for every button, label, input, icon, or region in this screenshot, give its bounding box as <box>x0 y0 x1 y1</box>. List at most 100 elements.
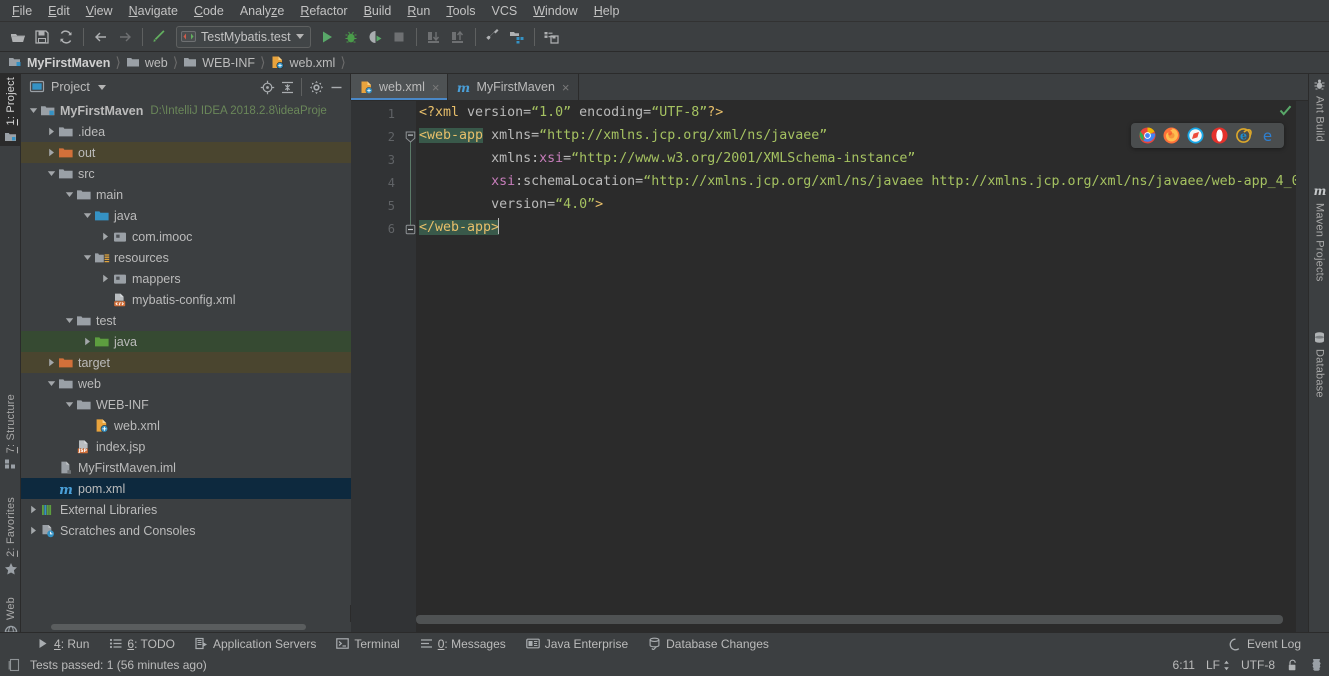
run-icon[interactable] <box>315 25 339 49</box>
sidebar-tab-maven-projects[interactable]: m Maven Projects <box>1309 182 1329 285</box>
line-separator[interactable]: LF <box>1206 658 1230 672</box>
editor-tab-webxml[interactable]: web.xml × <box>351 74 449 100</box>
tree-item-idea[interactable]: .idea <box>21 121 351 142</box>
tree-item-com-imooc[interactable]: com.imooc <box>21 226 351 247</box>
sidebar-tab-ant-build[interactable]: Ant Build <box>1309 76 1329 145</box>
breadcrumb-item-web[interactable]: web <box>122 55 172 70</box>
tree-item-target[interactable]: target <box>21 352 351 373</box>
event-log-button[interactable]: Event Log <box>1229 633 1301 655</box>
project-view-chevron-down-icon[interactable] <box>97 84 106 90</box>
build-project-icon[interactable] <box>148 25 172 49</box>
sidebar-tab-database[interactable]: Database <box>1309 329 1329 401</box>
bottom-tab-run[interactable]: 4: Run <box>26 636 99 652</box>
chevron-down-icon[interactable] <box>27 100 40 121</box>
tree-item-myfirstmaven-iml[interactable]: MyFirstMaven.iml <box>21 457 351 478</box>
chevron-down-icon[interactable] <box>45 163 58 184</box>
inspection-ok-icon[interactable] <box>1279 104 1292 117</box>
tree-item-java[interactable]: java <box>21 331 351 352</box>
chrome-icon[interactable] <box>1139 127 1156 144</box>
tree-item-web-inf[interactable]: WEB-INF <box>21 394 351 415</box>
fold-collapse-icon-line2[interactable] <box>405 126 416 149</box>
caret-position[interactable]: 6:11 <box>1173 658 1195 672</box>
tree-item-out[interactable]: out <box>21 142 351 163</box>
menu-window[interactable]: Window <box>525 2 585 20</box>
chevron-right-icon[interactable] <box>45 142 58 163</box>
synchronize-icon[interactable] <box>54 25 78 49</box>
sidebar-tab-structure[interactable]: 7: Structure <box>0 391 21 473</box>
sidebar-tab-project[interactable]: 1: Project <box>0 74 21 147</box>
menu-navigate[interactable]: Navigate <box>121 2 186 20</box>
chevron-down-icon[interactable] <box>81 247 94 268</box>
menu-code[interactable]: Code <box>186 2 232 20</box>
gear-icon[interactable] <box>306 77 326 97</box>
chevron-down-icon[interactable] <box>63 310 76 331</box>
menu-view[interactable]: View <box>78 2 121 20</box>
close-icon-2[interactable]: × <box>562 80 570 95</box>
tree-item-scratches-and-consoles[interactable]: Scratches and Consoles <box>21 520 351 541</box>
code-folding-strip[interactable] <box>405 101 416 632</box>
project-structure-icon[interactable] <box>505 25 529 49</box>
file-encoding[interactable]: UTF-8 <box>1241 658 1275 672</box>
breadcrumb-item-webxml[interactable]: web.xml <box>266 55 339 70</box>
menu-edit[interactable]: Edit <box>40 2 78 20</box>
breadcrumb-item-module[interactable]: MyFirstMaven <box>4 55 114 70</box>
tree-item-java[interactable]: java <box>21 205 351 226</box>
chevron-down-icon[interactable] <box>81 205 94 226</box>
collapse-all-icon[interactable] <box>277 77 297 97</box>
menu-refactor[interactable]: Refactor <box>292 2 355 20</box>
bottom-tab-todo[interactable]: 6: TODO <box>99 636 185 652</box>
editor-horizontal-scrollbar[interactable] <box>416 615 1283 624</box>
editor-marker-bar[interactable] <box>1279 101 1308 632</box>
bottom-tab-application-servers[interactable]: Application Servers <box>185 636 326 652</box>
chevron-right-icon[interactable] <box>27 520 40 541</box>
tree-item-resources[interactable]: resources <box>21 247 351 268</box>
chevron-down-icon[interactable] <box>45 373 58 394</box>
internet-explorer-icon[interactable]: e <box>1235 127 1252 144</box>
chevron-down-icon[interactable] <box>63 184 76 205</box>
open-icon[interactable] <box>6 25 30 49</box>
menu-build[interactable]: Build <box>356 2 400 20</box>
bottom-tab-database-changes[interactable]: Database Changes <box>638 636 779 652</box>
debug-icon[interactable] <box>339 25 363 49</box>
locate-file-icon[interactable] <box>257 77 277 97</box>
fold-collapse-icon-line6[interactable] <box>405 218 416 241</box>
forward-icon[interactable] <box>113 25 137 49</box>
menu-run[interactable]: Run <box>399 2 438 20</box>
update-icon[interactable] <box>540 25 564 49</box>
menu-help[interactable]: Help <box>586 2 628 20</box>
menu-tools[interactable]: Tools <box>438 2 483 20</box>
chevron-right-icon[interactable] <box>27 499 40 520</box>
tree-item-src[interactable]: src <box>21 163 351 184</box>
opera-icon[interactable] <box>1211 127 1228 144</box>
save-all-icon[interactable] <box>30 25 54 49</box>
run-configuration-selector[interactable]: TestMybatis.test <box>176 25 311 48</box>
menu-file[interactable]: File <box>4 2 40 20</box>
project-horizontal-scrollbar[interactable] <box>51 624 306 630</box>
menu-analyze[interactable]: Analyze <box>232 2 292 20</box>
tree-item-myfirstmaven[interactable]: MyFirstMaven D:\IntelliJ IDEA 2018.2.8\id… <box>21 100 351 121</box>
tree-item-index-jsp[interactable]: JSP index.jsp <box>21 436 351 457</box>
inspections-icon[interactable] <box>1310 658 1323 672</box>
update-project-icon[interactable] <box>422 25 446 49</box>
tree-item-web-xml[interactable]: web.xml <box>21 415 351 436</box>
safari-icon[interactable] <box>1187 127 1204 144</box>
sidebar-tab-favorites[interactable]: 2: Favorites <box>0 494 21 578</box>
hide-panel-icon[interactable] <box>326 77 346 97</box>
editor-tab-myfirstmaven[interactable]: m MyFirstMaven × <box>448 74 579 100</box>
settings-icon[interactable] <box>481 25 505 49</box>
chevron-right-icon[interactable] <box>81 331 94 352</box>
chevron-right-icon[interactable] <box>99 268 112 289</box>
menu-vcs[interactable]: VCS <box>484 2 526 20</box>
chevron-right-icon[interactable] <box>45 352 58 373</box>
tree-item-pom-xml[interactable]: m pom.xml <box>21 478 351 499</box>
tree-item-main[interactable]: main <box>21 184 351 205</box>
tree-item-web[interactable]: web <box>21 373 351 394</box>
chevron-right-icon[interactable] <box>99 226 112 247</box>
breadcrumb-item-webinf[interactable]: WEB-INF <box>179 55 259 70</box>
read-write-lock-icon[interactable] <box>1286 659 1299 672</box>
code-text[interactable]: <?xml version=“1.0” encoding=“UTF-8”?> <w… <box>416 101 1308 632</box>
tests-status-icon[interactable] <box>8 658 22 672</box>
tree-item-mybatis-config-xml[interactable]: mybatis-config.xml <box>21 289 351 310</box>
tree-item-mappers[interactable]: mappers <box>21 268 351 289</box>
firefox-icon[interactable] <box>1163 127 1180 144</box>
